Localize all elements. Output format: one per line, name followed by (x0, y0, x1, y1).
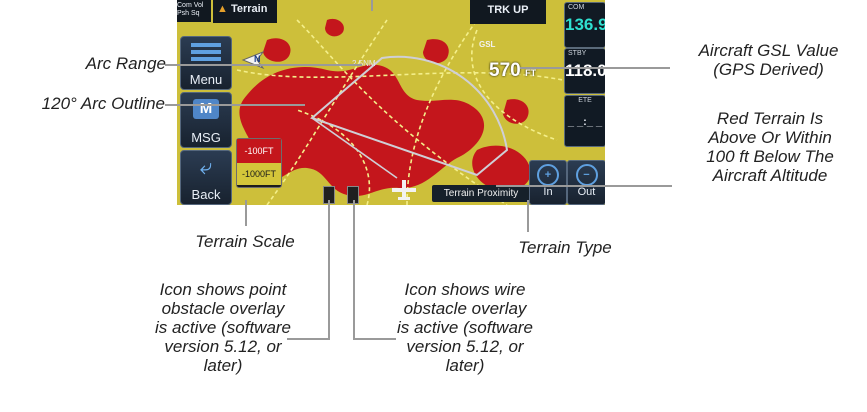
annotation-terrain-scale: Terrain Scale (195, 232, 295, 251)
terrain-screen: 2.5NM Com Vol Psh Sq ▲ Terrain TRK UP N … (177, 0, 605, 205)
com-active-frequency[interactable]: COM 136.97 (564, 2, 605, 48)
terrain-page-icon: ▲ (217, 3, 228, 15)
orientation-button[interactable]: TRK UP (470, 0, 546, 24)
leader-arc-outline (165, 104, 305, 106)
page-title: ▲ Terrain (213, 0, 277, 23)
terrain-type-label: Terrain Proximity (432, 185, 530, 202)
annotation-red-terrain: Red Terrain Is Above Or Within 100 ft Be… (706, 109, 834, 185)
north-arrow-icon: N (241, 48, 265, 72)
gsl-label: GSL (479, 40, 496, 49)
com-standby-frequency[interactable]: STBY 118.00 (564, 48, 605, 94)
zoom-out-icon: − (575, 164, 598, 186)
message-icon: M (193, 99, 219, 119)
com-volume-knob-label: Com Vol Psh Sq (177, 0, 211, 22)
menu-icon (191, 43, 221, 61)
leader-terrain-scale (245, 200, 247, 226)
terrain-scale-high: -100FT (237, 139, 281, 163)
back-arrow-icon: ⤶ (199, 154, 213, 179)
leader-point-obstacle-vert (328, 200, 330, 340)
annotation-arc-range: Arc Range (85, 54, 166, 73)
annotation-point-obstacle: Icon shows point obstacle overlay is act… (154, 280, 292, 375)
ete-field: ETE _ _:_ _ (564, 95, 605, 147)
terrain-scale-low: -1000FT (237, 163, 281, 185)
annotation-wire-obstacle: Icon shows wire obstacle overlay is acti… (396, 280, 534, 375)
leader-gsl (520, 67, 670, 69)
leader-red-terrain (496, 185, 672, 187)
leader-wire-obstacle-vert (353, 200, 355, 340)
zoom-in-icon: + (537, 164, 559, 186)
annotation-arc-outline: 120° Arc Outline (41, 94, 165, 113)
zoom-in-button[interactable]: + In (529, 160, 567, 205)
terrain-scale: -100FT -1000FT (236, 138, 282, 188)
back-button[interactable]: ⤶ Back (180, 150, 232, 205)
zoom-out-button[interactable]: − Out (567, 160, 605, 205)
gsl-value: 570 FT (489, 60, 537, 81)
annotation-gsl: Aircraft GSL Value (GPS Derived) (698, 41, 839, 79)
leader-arc-range (165, 64, 362, 66)
leader-terrain-type (527, 200, 529, 232)
leader-top (371, 0, 373, 11)
annotation-terrain-type: Terrain Type (518, 238, 612, 257)
msg-button[interactable]: M MSG (180, 92, 232, 148)
menu-button[interactable]: Menu (180, 36, 232, 90)
